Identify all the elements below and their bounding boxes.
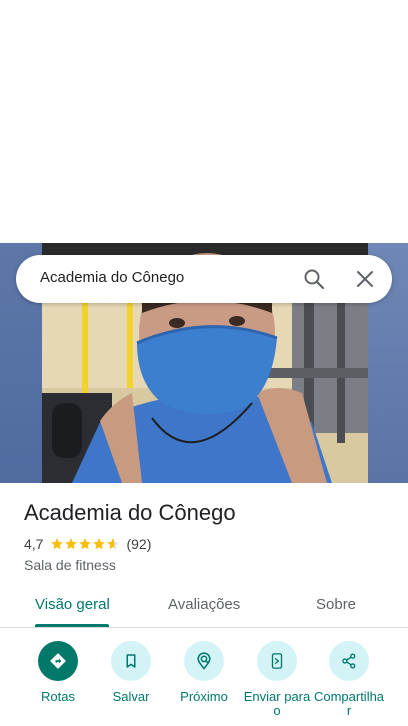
tab-bar: Visão geral Avaliações Sobre — [0, 585, 408, 628]
rating-row[interactable]: 4,7 (92) — [24, 536, 151, 552]
share-button[interactable]: Compartilhar — [309, 641, 389, 718]
directions-button[interactable]: Rotas — [18, 641, 98, 704]
star-icon — [79, 538, 92, 550]
bookmark-icon — [126, 654, 136, 668]
rating-value: 4,7 — [24, 536, 44, 552]
nearby-button[interactable]: Próximo — [164, 641, 244, 704]
tab-overview[interactable]: Visão geral — [35, 596, 110, 613]
directions-button-circle[interactable] — [38, 641, 78, 681]
send-to-phone-button-circle[interactable] — [257, 641, 297, 681]
share-label: Compartilhar — [313, 689, 385, 718]
star-rating — [50, 537, 120, 551]
save-button[interactable]: Salvar — [91, 641, 171, 704]
nearby-button-circle[interactable] — [184, 641, 224, 681]
nearby-icon — [197, 652, 211, 670]
tab-about[interactable]: Sobre — [316, 596, 356, 613]
save-button-circle[interactable] — [111, 641, 151, 681]
send-to-phone-button[interactable]: Enviar para o — [237, 641, 317, 718]
tab-reviews[interactable]: Avaliações — [168, 596, 240, 613]
star-icon — [93, 538, 106, 550]
directions-label: Rotas — [41, 689, 75, 704]
place-details-screen: Academia do Cônego Academia do Cônego 4,… — [0, 0, 408, 726]
share-icon — [342, 653, 356, 669]
nearby-label: Próximo — [180, 689, 228, 704]
star-half-icon — [107, 538, 120, 550]
save-label: Salvar — [112, 689, 150, 704]
place-title: Academia do Cônego — [24, 500, 236, 525]
close-icon[interactable] — [353, 267, 377, 291]
send-to-phone-label: Enviar para o — [243, 689, 311, 718]
share-button-circle[interactable] — [329, 641, 369, 681]
search-query[interactable]: Academia do Cônego — [40, 269, 184, 286]
star-icon — [65, 538, 78, 550]
search-icon[interactable] — [302, 267, 326, 291]
directions-icon — [50, 653, 66, 669]
place-category: Sala de fitness — [24, 557, 116, 573]
send-to-phone-icon — [271, 653, 283, 669]
tabs-divider — [0, 627, 408, 628]
action-row: Rotas Salvar Próximo Enviar para o Compa… — [0, 641, 408, 726]
star-icon — [51, 538, 64, 550]
search-bar[interactable]: Academia do Cônego — [16, 255, 392, 303]
review-count[interactable]: (92) — [126, 536, 151, 552]
